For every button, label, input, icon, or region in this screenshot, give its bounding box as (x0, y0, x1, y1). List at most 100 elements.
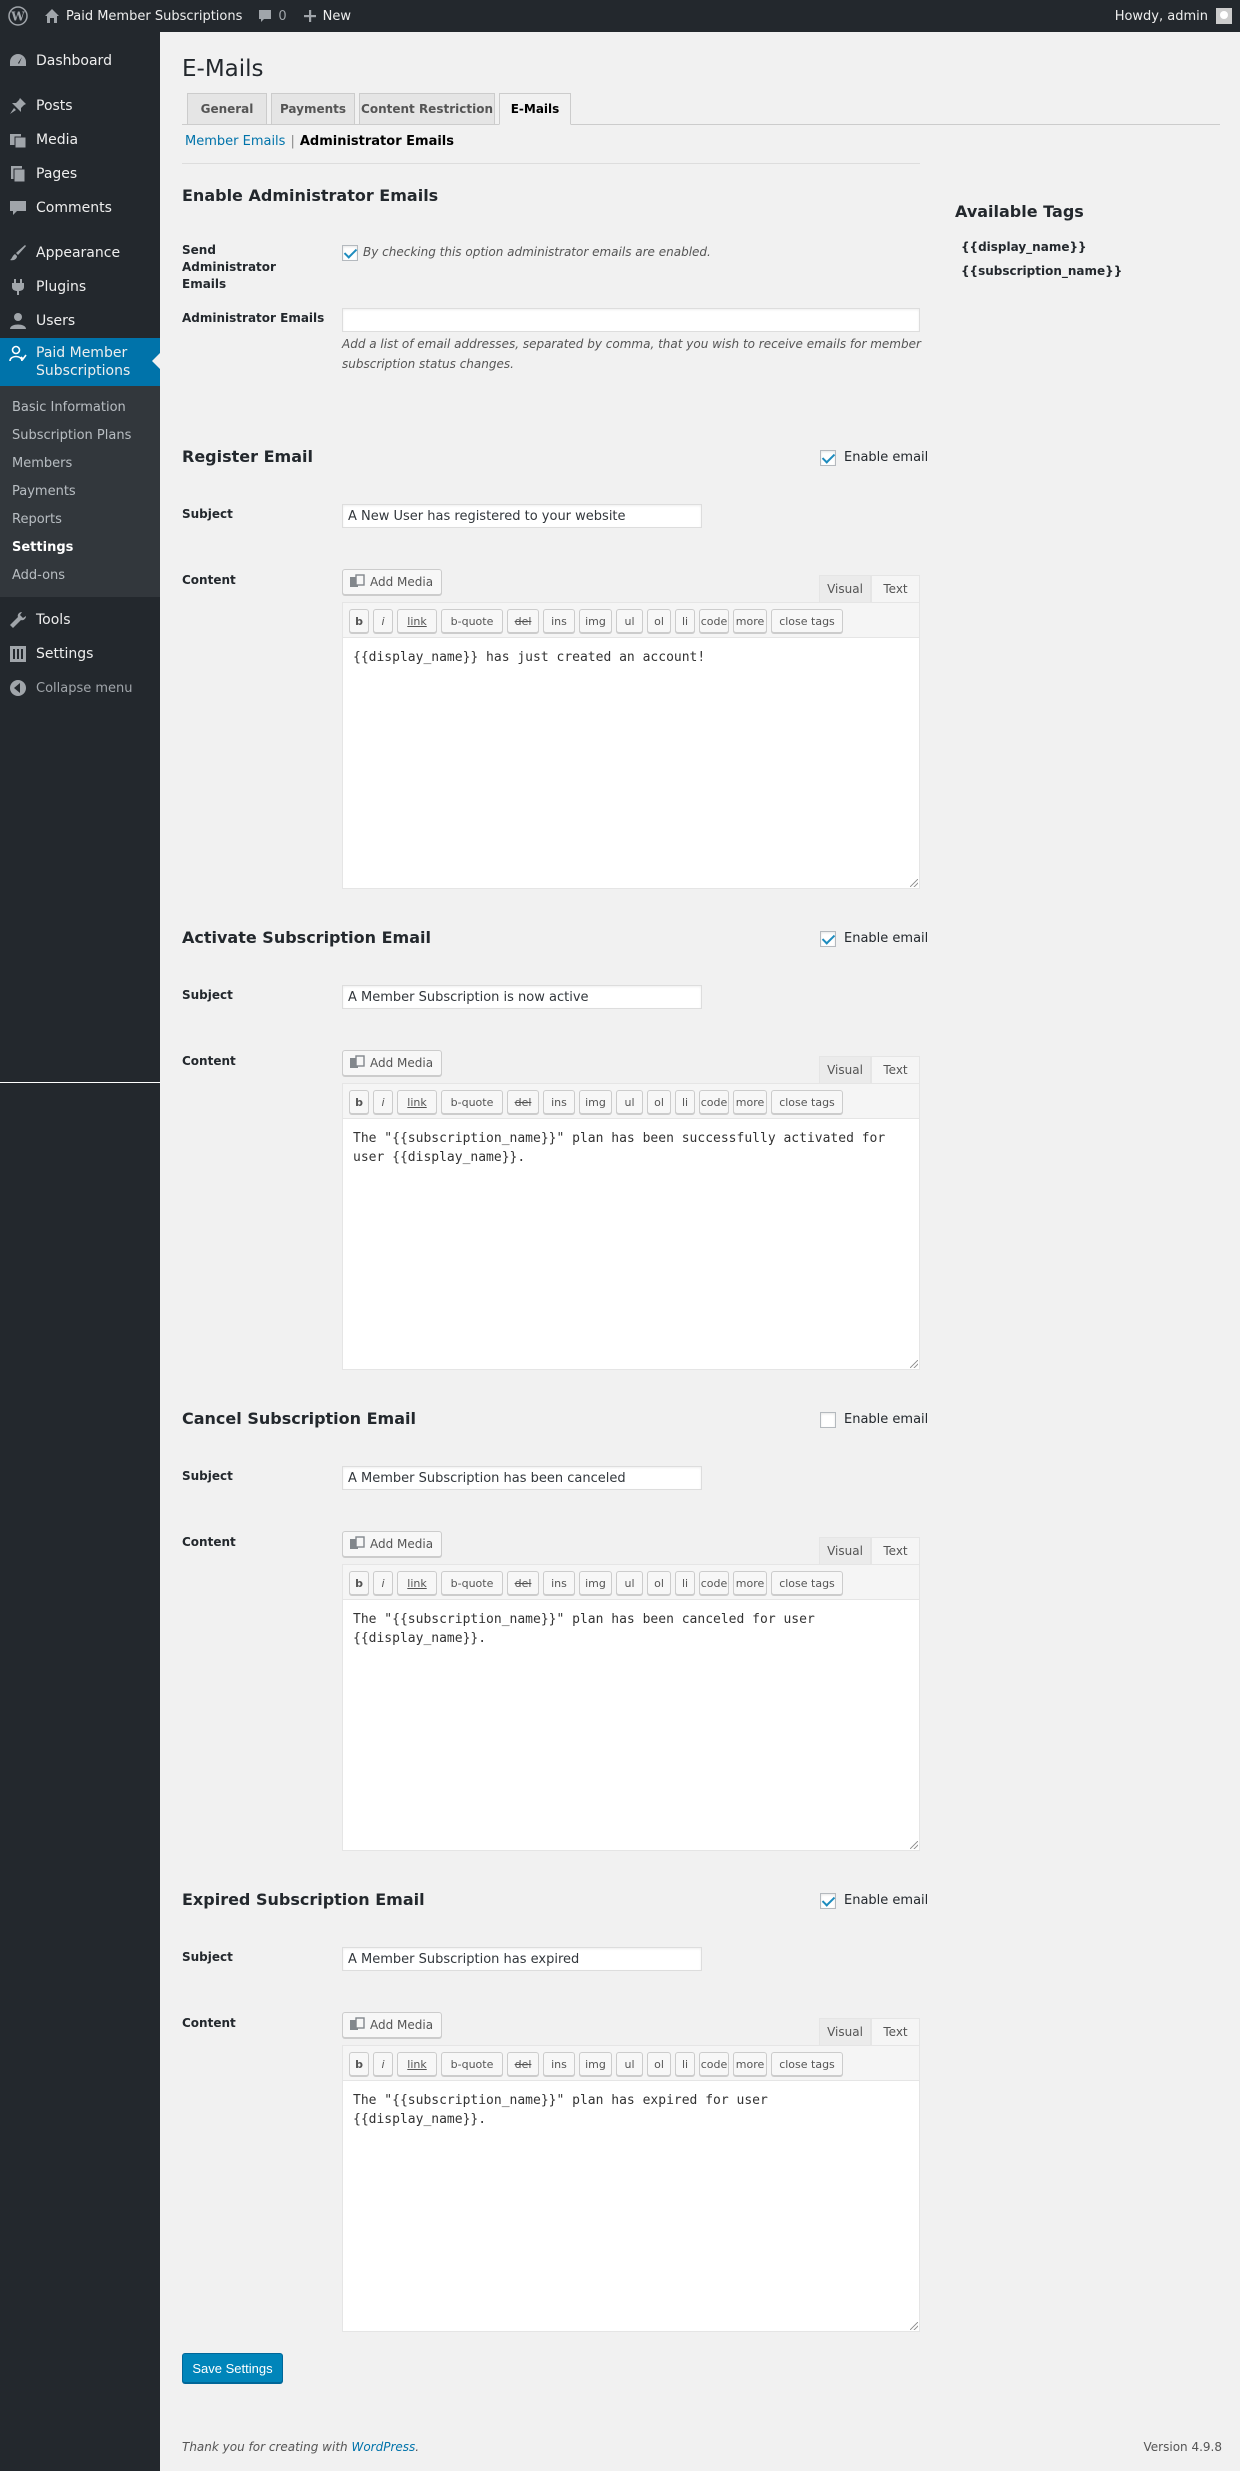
resize-handle-icon[interactable] (910, 2322, 918, 2330)
text-tab[interactable]: Text (871, 2018, 920, 2045)
sidebar-item-media[interactable]: Media (0, 123, 160, 157)
subject-input[interactable] (342, 504, 702, 528)
submenu-basic-information[interactable]: Basic Information (0, 393, 160, 421)
new-content-link[interactable]: New (295, 0, 359, 32)
sidebar-item-comments[interactable]: Comments (0, 191, 160, 225)
qt-ins-button[interactable]: ins (543, 1090, 575, 1114)
email-content-editor[interactable]: {{display_name}} has just created an acc… (342, 637, 920, 889)
email-content-editor[interactable]: The "{{subscription_name}}" plan has bee… (342, 1599, 920, 1851)
qt-b-button[interactable]: b (349, 2052, 369, 2076)
qt-img-button[interactable]: img (579, 1090, 612, 1114)
wordpress-link[interactable]: WordPress (351, 2440, 415, 2454)
sidebar-item-tools[interactable]: Tools (0, 603, 160, 637)
qt-ol-button[interactable]: ol (647, 1090, 671, 1114)
qt-b-quote-button[interactable]: b-quote (441, 1090, 503, 1114)
qt-ins-button[interactable]: ins (543, 609, 575, 633)
subject-input[interactable] (342, 985, 702, 1009)
visual-tab[interactable]: Visual (819, 1056, 871, 1083)
qt-code-button[interactable]: code (699, 1571, 729, 1595)
qt-more-button[interactable]: more (733, 609, 767, 633)
tab-e-mails[interactable]: E-Mails (499, 93, 571, 125)
sidebar-item-posts[interactable]: Posts (0, 89, 160, 123)
qt-ul-button[interactable]: ul (616, 1090, 643, 1114)
qt-ins-button[interactable]: ins (543, 1571, 575, 1595)
qt-ul-button[interactable]: ul (616, 2052, 643, 2076)
qt-close-tags-button[interactable]: close tags (771, 609, 843, 633)
qt-b-quote-button[interactable]: b-quote (441, 2052, 503, 2076)
qt-close-tags-button[interactable]: close tags (771, 1090, 843, 1114)
visual-tab[interactable]: Visual (819, 2018, 871, 2045)
qt-ol-button[interactable]: ol (647, 1571, 671, 1595)
submenu-add-ons[interactable]: Add-ons (0, 561, 160, 589)
qt-del-button[interactable]: del (507, 1571, 539, 1595)
text-tab[interactable]: Text (871, 575, 920, 602)
qt-li-button[interactable]: li (675, 2052, 695, 2076)
qt-del-button[interactable]: del (507, 2052, 539, 2076)
sidebar-item-pages[interactable]: Pages (0, 157, 160, 191)
qt-img-button[interactable]: img (579, 609, 612, 633)
subject-input[interactable] (342, 1466, 702, 1490)
qt-i-button[interactable]: i (373, 2052, 393, 2076)
tab-content-restriction[interactable]: Content Restriction (359, 93, 495, 125)
account-menu[interactable]: Howdy, admin (1107, 0, 1240, 32)
resize-handle-icon[interactable] (910, 1841, 918, 1849)
submenu-subscription-plans[interactable]: Subscription Plans (0, 421, 160, 449)
administrator-emails-input[interactable] (342, 308, 920, 332)
text-tab[interactable]: Text (871, 1056, 920, 1083)
subject-input[interactable] (342, 1947, 702, 1971)
add-media-button[interactable]: Add Media (342, 1050, 443, 1076)
qt-more-button[interactable]: more (733, 1571, 767, 1595)
qt-ul-button[interactable]: ul (616, 1571, 643, 1595)
qt-more-button[interactable]: more (733, 2052, 767, 2076)
qt-b-quote-button[interactable]: b-quote (441, 1571, 503, 1595)
qt-del-button[interactable]: del (507, 1090, 539, 1114)
qt-ul-button[interactable]: ul (616, 609, 643, 633)
site-name-link[interactable]: Paid Member Subscriptions (36, 0, 250, 32)
qt-more-button[interactable]: more (733, 1090, 767, 1114)
comments-link[interactable]: 0 (250, 0, 294, 32)
save-settings-button[interactable]: Save Settings (182, 2353, 283, 2383)
add-media-button[interactable]: Add Media (342, 2012, 443, 2038)
qt-close-tags-button[interactable]: close tags (771, 1571, 843, 1595)
qt-link-button[interactable]: link (397, 1090, 437, 1114)
submenu-reports[interactable]: Reports (0, 505, 160, 533)
resize-handle-icon[interactable] (910, 1360, 918, 1368)
qt-i-button[interactable]: i (373, 1571, 393, 1595)
sidebar-item-plugins[interactable]: Plugins (0, 270, 160, 304)
submenu-settings[interactable]: Settings (0, 533, 160, 561)
sidebar-item-dashboard[interactable]: Dashboard (0, 44, 160, 78)
sidebar-item-settings[interactable]: Settings (0, 637, 160, 671)
enable-email-checkbox[interactable] (820, 1412, 836, 1428)
qt-link-button[interactable]: link (397, 609, 437, 633)
enable-email-checkbox[interactable] (820, 450, 836, 466)
qt-b-button[interactable]: b (349, 1571, 369, 1595)
qt-ol-button[interactable]: ol (647, 609, 671, 633)
submenu-members[interactable]: Members (0, 449, 160, 477)
qt-close-tags-button[interactable]: close tags (771, 2052, 843, 2076)
qt-i-button[interactable]: i (373, 609, 393, 633)
qt-b-quote-button[interactable]: b-quote (441, 609, 503, 633)
enable-email-checkbox[interactable] (820, 931, 836, 947)
qt-b-button[interactable]: b (349, 1090, 369, 1114)
collapse-menu-button[interactable]: Collapse menu (0, 671, 160, 705)
enable-email-checkbox[interactable] (820, 1893, 836, 1909)
sidebar-item-paid-member-subscriptions[interactable]: Paid Member Subscriptions (0, 338, 160, 386)
sidebar-item-users[interactable]: Users (0, 304, 160, 338)
send-admin-emails-checkbox[interactable] (342, 245, 358, 261)
administrator-emails-link[interactable]: Administrator Emails (300, 134, 454, 149)
resize-handle-icon[interactable] (910, 879, 918, 887)
qt-img-button[interactable]: img (579, 2052, 612, 2076)
member-emails-link[interactable]: Member Emails (185, 134, 285, 149)
qt-img-button[interactable]: img (579, 1571, 612, 1595)
add-media-button[interactable]: Add Media (342, 569, 443, 595)
sidebar-item-appearance[interactable]: Appearance (0, 236, 160, 270)
qt-li-button[interactable]: li (675, 609, 695, 633)
qt-link-button[interactable]: link (397, 1571, 437, 1595)
qt-code-button[interactable]: code (699, 2052, 729, 2076)
visual-tab[interactable]: Visual (819, 575, 871, 602)
qt-b-button[interactable]: b (349, 609, 369, 633)
qt-li-button[interactable]: li (675, 1571, 695, 1595)
tab-general[interactable]: General (187, 93, 267, 125)
wordpress-logo-icon[interactable]: W (0, 0, 36, 32)
tab-payments[interactable]: Payments (271, 93, 355, 125)
